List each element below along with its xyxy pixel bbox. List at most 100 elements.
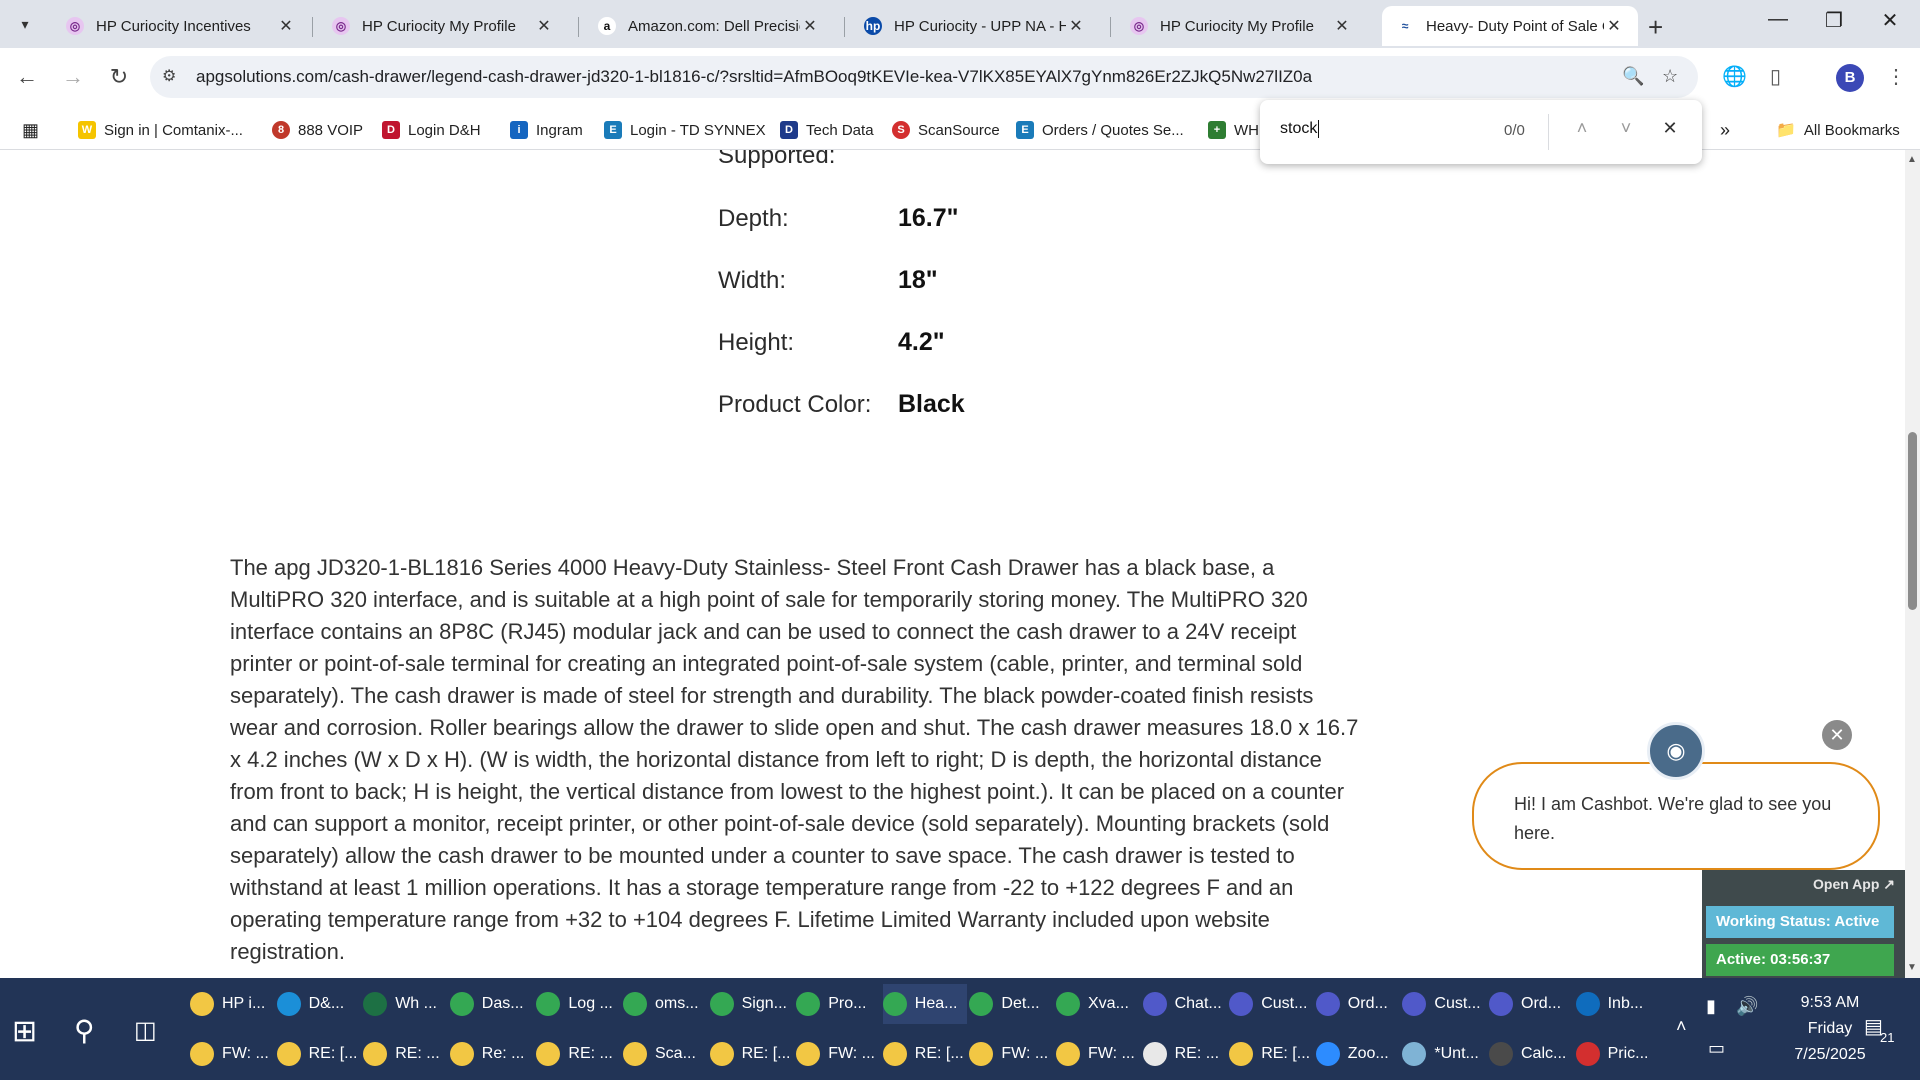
tab-hp-curiocity-upp[interactable]: hp HP Curiocity - UPP NA - H ✕	[850, 6, 1100, 46]
taskbar-app-button[interactable]: Zoo...	[1315, 1034, 1400, 1074]
taskbar-app-button[interactable]: Ord...	[1489, 984, 1573, 1024]
teams-icon	[1315, 992, 1340, 1016]
address-bar[interactable]: ⚙ apgsolutions.com/cash-drawer/legend-ca…	[150, 56, 1698, 98]
scroll-up-arrow-icon[interactable]: ▲	[1907, 154, 1917, 165]
taskbar-app-button[interactable]: Sca...	[623, 1034, 707, 1074]
bookmark-star-icon[interactable]: ☆	[1662, 66, 1678, 87]
new-tab-plus-icon[interactable]: +	[1648, 12, 1663, 43]
tab-hp-curiocity-incentives[interactable]: ◎ HP Curiocity Incentives ✕	[52, 6, 310, 46]
taskbar-app-button[interactable]: Wh ...	[363, 984, 447, 1024]
tab-strip: ▾ ◎ HP Curiocity Incentives ✕ ◎ HP Curio…	[0, 0, 1920, 48]
scroll-thumb[interactable]	[1908, 432, 1917, 610]
find-in-page-icon[interactable]: 🔍	[1622, 66, 1644, 87]
find-previous-chevron-up-icon[interactable]: ˄	[1570, 118, 1594, 139]
page-scrollbar[interactable]: ▲ ▼	[1905, 150, 1920, 978]
mail-icon	[276, 1042, 301, 1066]
volume-icon[interactable]: 🔊	[1736, 996, 1758, 1017]
hp-curiocity-favicon: ◎	[66, 17, 84, 35]
taskbar-app-button[interactable]: RE: ...	[536, 1034, 620, 1074]
taskbar-app-button[interactable]: D&...	[276, 984, 361, 1024]
taskbar-app-button[interactable]: Det...	[969, 984, 1053, 1024]
taskbar-app-button[interactable]: FW: ...	[1056, 1034, 1140, 1074]
windows-start-icon[interactable]: ⊞	[12, 1014, 37, 1049]
battery-icon[interactable]: ▮	[1706, 996, 1716, 1017]
back-arrow-icon[interactable]: ←	[12, 64, 42, 90]
window-close-icon[interactable]: ✕	[1870, 8, 1910, 33]
network-icon[interactable]: ▭	[1708, 1038, 1725, 1059]
profile-avatar[interactable]: B	[1836, 64, 1864, 92]
taskbar-app-button[interactable]: Sign...	[709, 984, 794, 1024]
all-bookmarks-button[interactable]: 📁 All Bookmarks	[1776, 118, 1900, 142]
reload-icon[interactable]: ↻	[104, 64, 134, 90]
taskbar-app-button[interactable]: Cust...	[1229, 984, 1313, 1024]
taskbar-app-button[interactable]: FW: ...	[969, 1034, 1053, 1074]
chatbot-avatar[interactable]: ◉	[1647, 722, 1705, 780]
tab-hp-curiocity-my-profile-2[interactable]: ◎ HP Curiocity My Profile ✕	[1116, 6, 1366, 46]
taskbar-app-button[interactable]: Re: ...	[449, 1034, 534, 1074]
bookmark-login-dh[interactable]: D Login D&H	[382, 118, 481, 142]
taskbar-app-button[interactable]: FW: ...	[796, 1034, 880, 1074]
bookmark-ingram[interactable]: i Ingram	[510, 118, 583, 142]
taskbar-app-button[interactable]: oms...	[623, 984, 707, 1024]
taskbar-app-button[interactable]: RE: [...	[276, 1034, 361, 1074]
taskbar-app-button[interactable]: Chat...	[1142, 984, 1227, 1024]
taskbar-app-button[interactable]: Ord...	[1315, 984, 1400, 1024]
url-text[interactable]: apgsolutions.com/cash-drawer/legend-cash…	[196, 67, 1312, 87]
taskbar-app-button[interactable]: HP i...	[190, 984, 274, 1024]
find-close-icon[interactable]: ✕	[1658, 118, 1682, 139]
scroll-down-arrow-icon[interactable]: ▼	[1907, 962, 1917, 973]
tab-heavy-duty-pos[interactable]: ≈ Heavy- Duty Point of Sale C ✕	[1382, 6, 1638, 46]
close-icon[interactable]: ✕	[1066, 16, 1086, 36]
close-icon[interactable]: ✕	[534, 16, 554, 36]
bookmark-td-synnex[interactable]: E Login - TD SYNNEX	[604, 118, 766, 142]
taskbar-app-button[interactable]: *Unt...	[1402, 1034, 1486, 1074]
taskbar-app-button[interactable]: FW: ...	[190, 1034, 274, 1074]
chatbot-close-icon[interactable]: ✕	[1822, 720, 1852, 750]
taskbar-app-button[interactable]: Pric...	[1575, 1034, 1660, 1074]
taskbar-app-button[interactable]: Inb...	[1575, 984, 1660, 1024]
tab-search-chevron-icon[interactable]: ▾	[10, 10, 40, 38]
taskbar-app-label: RE: [...	[914, 1045, 964, 1062]
taskbar-app-button[interactable]: RE: [...	[709, 1034, 794, 1074]
taskbar-app-button[interactable]: RE: ...	[363, 1034, 447, 1074]
taskbar-app-button[interactable]: Das...	[449, 984, 534, 1024]
close-icon[interactable]: ✕	[1332, 16, 1352, 36]
more-bookmarks-chevron-icon[interactable]: »	[1720, 118, 1730, 142]
taskbar-app-button[interactable]: Log ...	[536, 984, 620, 1024]
taskbar-app-label: RE: [...	[308, 1045, 358, 1062]
taskbar-app-button[interactable]: Calc...	[1489, 1034, 1573, 1074]
bookmark-scansource[interactable]: S ScanSource	[892, 118, 1000, 142]
bookmark-wh[interactable]: + WH	[1208, 118, 1259, 142]
translate-globe-icon[interactable]: 🌐	[1722, 64, 1747, 89]
bookmark-comtanix[interactable]: W Sign in | Comtanix-...	[78, 118, 243, 142]
find-next-chevron-down-icon[interactable]: ˅	[1614, 118, 1638, 139]
taskbar-app-button[interactable]: Cust...	[1402, 984, 1486, 1024]
taskbar-app-button[interactable]: RE: ...	[1142, 1034, 1227, 1074]
bookmark-tech-data[interactable]: D Tech Data	[780, 118, 874, 142]
close-icon[interactable]: ✕	[800, 16, 820, 36]
menu-kebab-icon[interactable]: ⋮	[1886, 64, 1906, 89]
close-icon[interactable]: ✕	[276, 16, 296, 36]
forward-arrow-icon[interactable]: →	[58, 64, 88, 90]
taskbar-app-button[interactable]: Pro...	[796, 984, 880, 1024]
tab-amazon-dell[interactable]: a Amazon.com: Dell Precisio ✕	[584, 6, 834, 46]
site-info-icon[interactable]: ⚙	[162, 66, 176, 86]
bookmark-888-voip[interactable]: 8 888 VOIP	[272, 118, 363, 142]
restore-icon[interactable]: ❐	[1814, 8, 1854, 33]
search-icon[interactable]: ⚲	[74, 1014, 95, 1047]
taskbar-app-button[interactable]: RE: [...	[882, 1034, 967, 1074]
apps-grid-icon[interactable]: ▦	[22, 118, 39, 142]
tab-hp-curiocity-my-profile[interactable]: ◎ HP Curiocity My Profile ✕	[318, 6, 568, 46]
taskbar-app-label: Pro...	[828, 995, 867, 1012]
extensions-puzzle-icon[interactable]: ▯	[1770, 64, 1781, 89]
close-icon[interactable]: ✕	[1604, 16, 1624, 36]
taskbar-app-button[interactable]: RE: [...	[1229, 1034, 1313, 1074]
open-app-link[interactable]: Open App ↗	[1813, 876, 1895, 893]
find-input[interactable]: stock	[1280, 120, 1320, 138]
taskbar-app-button[interactable]: Xva...	[1056, 984, 1140, 1024]
show-hidden-icons-chevron-icon[interactable]: ˄	[1676, 1016, 1687, 1037]
taskbar-app-button[interactable]: Hea...	[882, 984, 967, 1024]
bookmark-orders-quotes[interactable]: E Orders / Quotes Se...	[1016, 118, 1184, 142]
minimize-icon[interactable]: —	[1758, 8, 1798, 31]
task-view-icon[interactable]: ◫	[134, 1016, 157, 1045]
